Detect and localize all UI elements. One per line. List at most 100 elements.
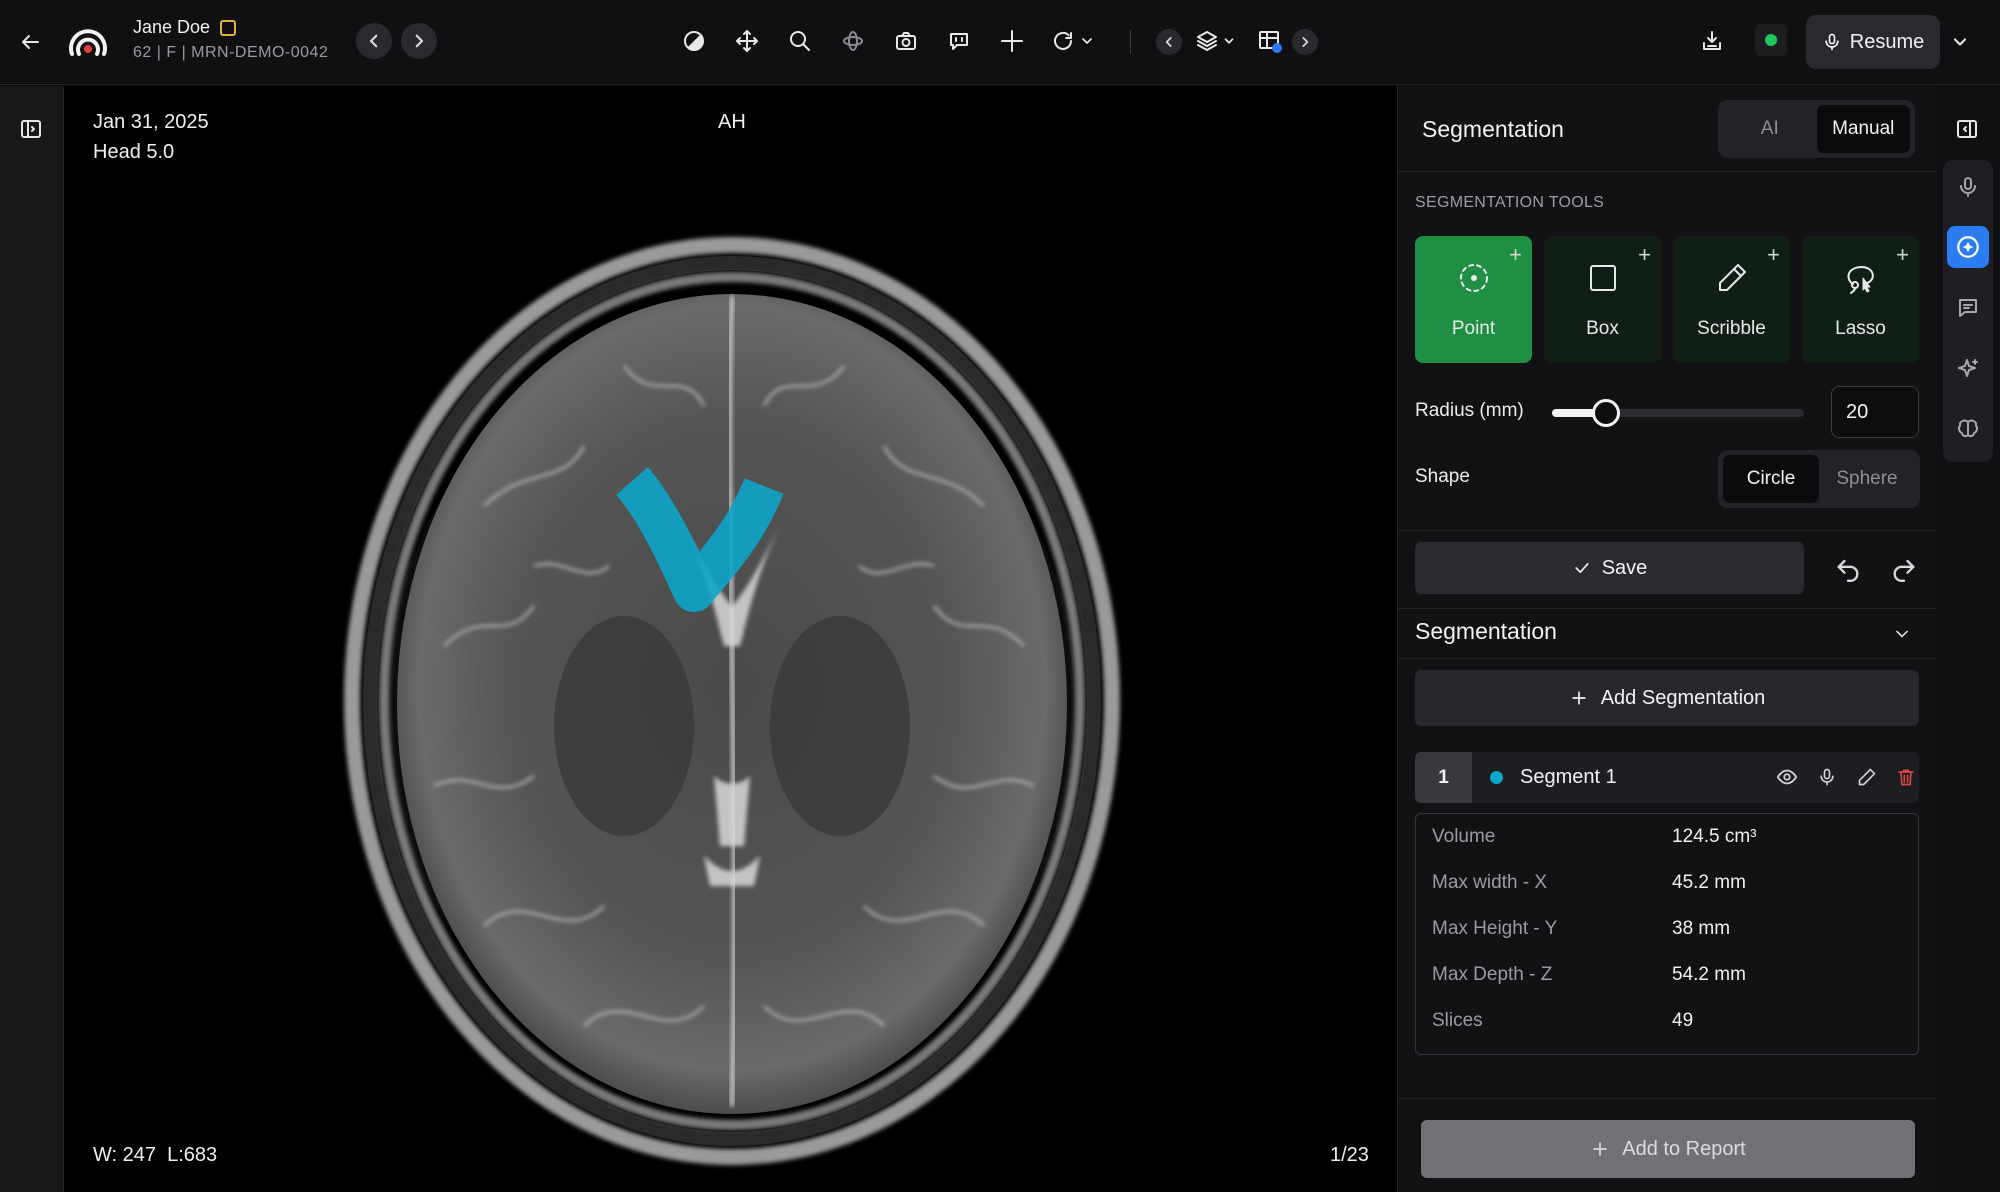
tool-lasso-button[interactable]: + Lasso [1802,236,1919,363]
divider [1398,171,1937,172]
shape-toggle: Circle Sphere [1718,450,1920,508]
panel-toggle-icon[interactable] [1950,112,1984,146]
plus-icon: + [1509,242,1522,267]
tool-label: Lasso [1835,318,1886,339]
stat-label: Max Height - Y [1432,918,1558,939]
zoom-icon[interactable] [780,21,820,61]
crosshair-icon[interactable] [992,21,1032,61]
microphone-icon[interactable] [1947,166,1989,208]
mode-ai-tab[interactable]: AI [1723,105,1817,153]
divider [1398,1098,1937,1099]
segment-stats: Volume 124.5 cm³ Max width - X 45.2 mm M… [1415,813,1919,1055]
add-segmentation-label: Add Segmentation [1600,686,1766,709]
chat-icon[interactable] [1947,287,1989,329]
tool-rail [1943,160,1993,462]
orientation-marker: AH [718,111,746,133]
stat-label: Volume [1432,826,1496,847]
panel-title: Segmentation [1422,116,1564,142]
back-arrow-icon[interactable] [14,26,46,58]
right-rail [1936,86,2000,1192]
radius-slider-handle[interactable] [1592,399,1620,427]
toolbar-divider [1130,30,1131,54]
previous-patient-button[interactable] [356,23,392,59]
add-segmentation-button[interactable]: Add Segmentation [1415,670,1919,726]
camera-icon[interactable] [886,21,926,61]
study-date: Jan 31, 2025 [93,111,209,133]
download-icon[interactable] [1695,24,1729,58]
layers-prev-button[interactable] [1156,29,1182,55]
stat-value: 124.5 cm³ [1672,826,1757,847]
eye-icon[interactable] [1772,762,1802,792]
top-bar: Jane Doe 62 | F | MRN-DEMO-0042 Resume [0,0,2000,85]
microphone-icon[interactable] [1812,762,1842,792]
left-rail [0,86,64,1192]
plus-icon [1593,1142,1607,1156]
status-dot [1765,34,1777,46]
add-to-report-button[interactable]: Add to Report [1421,1120,1915,1178]
edit-icon[interactable] [1852,762,1882,792]
check-icon [1575,563,1589,573]
stat-value: 45.2 mm [1672,872,1746,893]
tool-box-button[interactable]: + Box [1544,236,1661,363]
redo-icon[interactable] [1886,550,1922,586]
rotate-3d-icon[interactable] [833,21,873,61]
annotation-icon[interactable] [939,21,979,61]
image-viewer[interactable]: Jan 31, 2025 Head 5.0 AH W: 247 L:683 1/… [64,86,1397,1192]
next-patient-button[interactable] [401,23,437,59]
box-icon [1590,265,1616,291]
layout-grid-icon[interactable] [1250,21,1290,61]
stat-value: 49 [1672,1010,1694,1031]
tool-scribble-button[interactable]: + Scribble [1673,236,1790,363]
layers-next-button[interactable] [1292,29,1318,55]
tools-section-label: SEGMENTATION TOOLS [1415,194,1605,211]
segment-color-dot[interactable] [1490,771,1503,784]
tool-label: Point [1451,318,1496,339]
point-icon [1460,264,1488,292]
plus-icon: + [1896,242,1909,267]
segmentation-assist-icon[interactable] [1947,226,1989,268]
plus-icon: + [1638,242,1651,267]
stat-label: Max Depth - Z [1432,964,1553,985]
divider [1398,658,1937,659]
radius-input[interactable] [1831,386,1919,438]
reset-dropdown-icon[interactable] [1045,21,1101,61]
save-button[interactable]: Save [1415,542,1804,594]
chevron-down-icon[interactable] [1884,616,1920,652]
flag-icon[interactable] [220,20,236,36]
trash-icon[interactable] [1891,762,1921,792]
lasso-icon [1847,266,1874,294]
resume-button[interactable]: Resume [1806,15,1940,69]
radius-slider[interactable] [1552,399,1804,427]
stat-label: Max width - X [1432,872,1548,893]
divider [1398,530,1937,531]
brain-icon[interactable] [1947,408,1989,450]
patient-details: 62 | F | MRN-DEMO-0042 [133,44,329,61]
tool-label: Box [1586,318,1619,339]
add-to-report-label: Add to Report [1622,1137,1746,1160]
pencil-icon [1719,264,1746,291]
series-description: Head 5.0 [93,141,175,163]
plus-icon: + [1767,242,1780,267]
radius-label: Radius (mm) [1415,400,1524,421]
more-dropdown-icon[interactable] [1944,26,1976,58]
microphone-icon [1825,33,1839,51]
shape-sphere-option[interactable]: Sphere [1819,455,1915,503]
segmentation-section-header[interactable]: Segmentation [1415,618,1557,645]
slice-indicator: 1/23 [1330,1144,1369,1166]
sparkles-icon[interactable] [1947,348,1989,390]
pan-icon[interactable] [727,21,767,61]
tool-point-button[interactable]: + Point [1415,236,1532,363]
mri-image[interactable] [64,86,1397,1192]
contrast-icon[interactable] [674,21,714,61]
stat-label: Slices [1432,1010,1483,1031]
layers-icon[interactable] [1190,21,1240,61]
segment-row[interactable]: 1 Segment 1 [1415,752,1919,803]
shape-circle-option[interactable]: Circle [1723,455,1819,503]
tool-label: Scribble [1697,318,1766,339]
mode-manual-tab[interactable]: Manual [1816,105,1910,153]
shape-label: Shape [1415,466,1470,487]
undo-icon[interactable] [1830,550,1866,586]
mode-toggle: AI Manual [1718,100,1915,158]
sidebar-toggle-icon[interactable] [14,112,48,146]
window-level: W: 247 L:683 [93,1144,218,1166]
